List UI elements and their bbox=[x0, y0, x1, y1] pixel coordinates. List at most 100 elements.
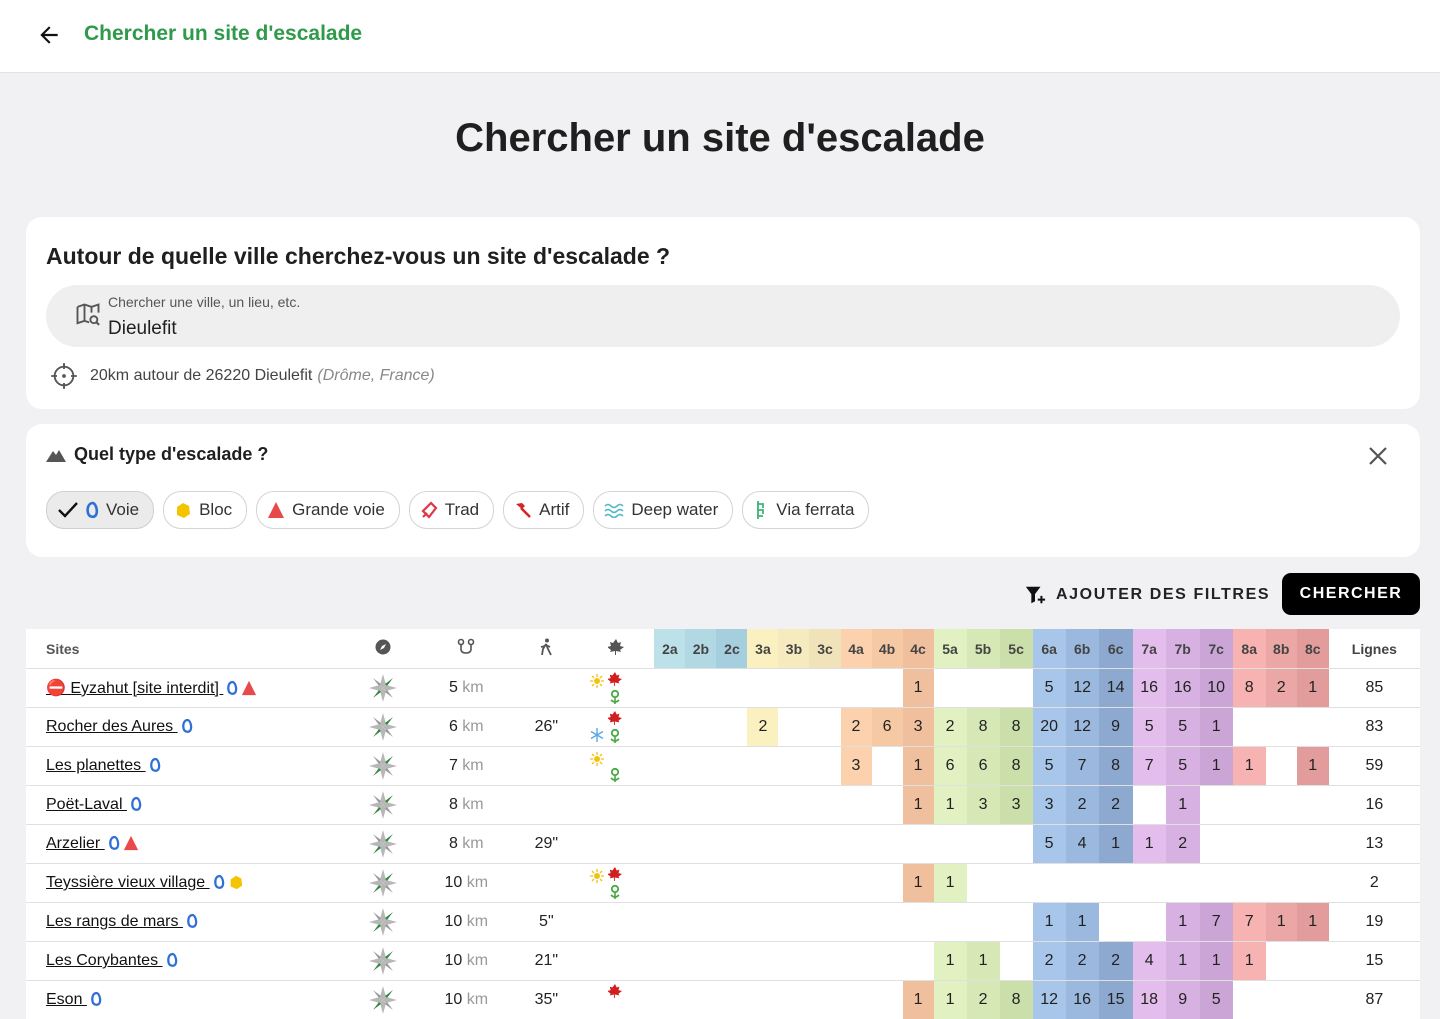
chip-grande-voie[interactable]: Grande voie bbox=[256, 491, 400, 529]
location-search[interactable]: Chercher une ville, un lieu, etc. bbox=[46, 285, 1400, 347]
grade-cell-4c bbox=[903, 903, 934, 942]
site-link[interactable]: Les planettes bbox=[46, 757, 146, 774]
season-cell bbox=[578, 669, 654, 708]
season-cell bbox=[578, 903, 654, 942]
site-link[interactable]: Les rangs de mars bbox=[46, 913, 183, 930]
grade-cell-5b: 2 bbox=[967, 981, 1000, 1019]
table-row[interactable]: Eson 10 km35"1128121615189587 bbox=[26, 981, 1420, 1019]
location-question: Autour de quelle ville cherchez-vous un … bbox=[46, 243, 670, 270]
site-cell: Les planettes bbox=[26, 747, 348, 786]
orientation-cell bbox=[348, 747, 418, 786]
distance-unit: km bbox=[462, 679, 483, 696]
grade-cell-3a bbox=[747, 825, 778, 864]
grade-cell-3a bbox=[747, 786, 778, 825]
orientation-header bbox=[348, 629, 418, 669]
table-row[interactable]: Les planettes 7 km316685787511159 bbox=[26, 747, 1420, 786]
search-input[interactable] bbox=[108, 318, 708, 340]
orientation-cell bbox=[348, 708, 418, 747]
site-link[interactable]: Rocher des Aures bbox=[46, 718, 178, 735]
site-link[interactable]: Teyssière vieux village bbox=[46, 874, 210, 891]
grade-cell-3b bbox=[778, 786, 809, 825]
site-link[interactable]: Poët-Laval bbox=[46, 796, 127, 813]
distance-cell: 5 km bbox=[418, 669, 514, 708]
grade-cell-6b: 2 bbox=[1066, 942, 1099, 981]
grade-cell-8a: 1 bbox=[1233, 942, 1266, 981]
approach-cell bbox=[514, 669, 578, 708]
grade-header-7b: 7b bbox=[1166, 629, 1200, 669]
grade-cell-6b: 4 bbox=[1066, 825, 1099, 864]
grade-cell-7c: 5 bbox=[1200, 981, 1233, 1019]
grade-cell-3b bbox=[778, 981, 809, 1019]
grade-cell-2a bbox=[654, 825, 685, 864]
multipitch-icon bbox=[267, 501, 285, 519]
sun-icon bbox=[590, 752, 604, 766]
sun-icon bbox=[590, 869, 604, 883]
approach-cell: 35" bbox=[514, 981, 578, 1019]
grade-cell-8b bbox=[1266, 825, 1297, 864]
grade-cell-7a: 5 bbox=[1133, 708, 1166, 747]
grade-cell-6b: 1 bbox=[1066, 903, 1099, 942]
distance-cell: 8 km bbox=[418, 786, 514, 825]
chip-deep-water[interactable]: Deep water bbox=[593, 491, 733, 529]
chip-label: Voie bbox=[106, 500, 139, 520]
chip-via-ferrata[interactable]: Via ferrata bbox=[742, 491, 869, 529]
quickdraw-icon bbox=[90, 991, 102, 1007]
table-row[interactable]: Poët-Laval 8 km1133322116 bbox=[26, 786, 1420, 825]
chip-bloc[interactable]: Bloc bbox=[163, 491, 247, 529]
site-link[interactable]: Eson bbox=[46, 991, 87, 1008]
grade-cell-6a: 1 bbox=[1033, 903, 1066, 942]
grade-cell-2b bbox=[685, 864, 716, 903]
back-arrow-icon[interactable] bbox=[36, 22, 62, 48]
grade-cell-2a bbox=[654, 981, 685, 1019]
table-row[interactable]: Teyssière vieux village 10 km112 bbox=[26, 864, 1420, 903]
grade-cell-3c bbox=[809, 708, 840, 747]
grade-cell-2c bbox=[716, 786, 747, 825]
table-row[interactable]: Les Corybantes 10 km21"11222411115 bbox=[26, 942, 1420, 981]
table-row[interactable]: ⛔ Eyzahut [site interdit] 5 km1512141616… bbox=[26, 669, 1420, 708]
orientation-cell bbox=[348, 825, 418, 864]
grade-cell-4c: 1 bbox=[903, 864, 934, 903]
distance-unit: km bbox=[462, 718, 483, 735]
type-chips: Voie Bloc Grande voie Trad Artif Deep wa… bbox=[46, 491, 869, 529]
grade-cell-2b bbox=[685, 786, 716, 825]
grade-cell-3a bbox=[747, 747, 778, 786]
grade-cell-3a bbox=[747, 903, 778, 942]
chip-artif[interactable]: Artif bbox=[503, 491, 584, 529]
table-row[interactable]: Rocher des Aures 6 km26"2263288201295518… bbox=[26, 708, 1420, 747]
grade-cell-2c bbox=[716, 669, 747, 708]
grade-cell-5a: 6 bbox=[934, 747, 967, 786]
site-link[interactable]: ⛔ Eyzahut [site interdit] bbox=[46, 680, 223, 697]
site-link[interactable]: Les Corybantes bbox=[46, 952, 163, 969]
grade-cell-6c bbox=[1099, 864, 1133, 903]
search-button[interactable]: CHERCHER bbox=[1282, 573, 1420, 615]
chip-voie[interactable]: Voie bbox=[46, 491, 154, 529]
add-filters-button[interactable]: AJOUTER DES FILTRES bbox=[1024, 584, 1270, 606]
orientation-cell bbox=[348, 669, 418, 708]
distance-cell: 10 km bbox=[418, 942, 514, 981]
season-cell bbox=[578, 981, 654, 1019]
route-icon bbox=[457, 638, 475, 656]
grade-cell-5a bbox=[934, 903, 967, 942]
snowflake-icon bbox=[590, 728, 604, 742]
grade-cell-4b bbox=[872, 825, 903, 864]
site-link[interactable]: Arzelier bbox=[46, 835, 105, 852]
chip-trad[interactable]: Trad bbox=[409, 491, 494, 529]
distance-cell: 7 km bbox=[418, 747, 514, 786]
lines-cell: 87 bbox=[1329, 981, 1420, 1019]
distance-cell: 8 km bbox=[418, 825, 514, 864]
table-row[interactable]: Arzelier 8 km29"5411213 bbox=[26, 825, 1420, 864]
grade-cell-6a: 2 bbox=[1033, 942, 1066, 981]
lines-cell: 2 bbox=[1329, 864, 1420, 903]
table-row[interactable]: Les rangs de mars 10 km5"111771119 bbox=[26, 903, 1420, 942]
close-icon[interactable] bbox=[1366, 444, 1390, 468]
grade-cell-2c bbox=[716, 942, 747, 981]
grade-header-6a: 6a bbox=[1033, 629, 1066, 669]
grade-cell-5a: 2 bbox=[934, 708, 967, 747]
grade-cell-7c bbox=[1200, 825, 1233, 864]
grade-cell-3b bbox=[778, 942, 809, 981]
grade-cell-8c: 1 bbox=[1297, 669, 1329, 708]
lines-cell: 83 bbox=[1329, 708, 1420, 747]
grade-cell-2a bbox=[654, 942, 685, 981]
orientation-rose-icon bbox=[368, 829, 398, 859]
approach-cell: 21" bbox=[514, 942, 578, 981]
